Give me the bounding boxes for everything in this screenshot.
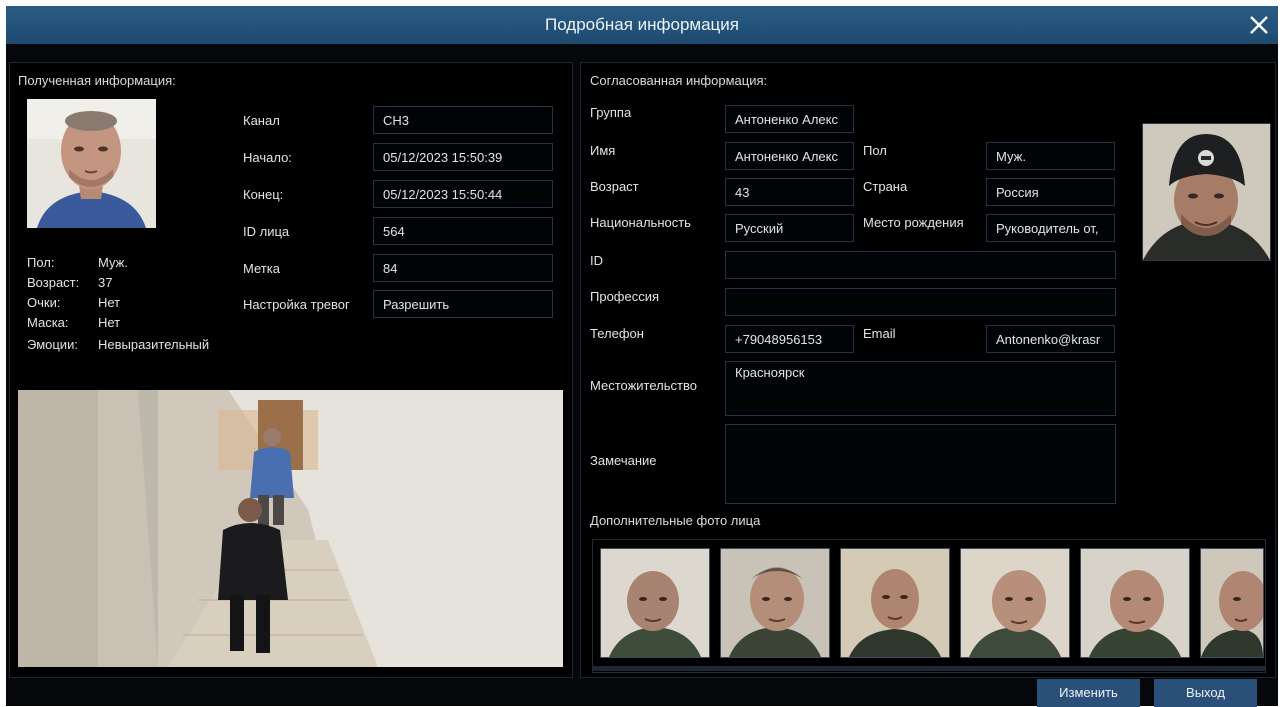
- matched-gender-label: Пол: [863, 143, 887, 158]
- birthplace-label: Место рождения: [863, 215, 964, 230]
- emotion-value: Невыразительный: [98, 337, 210, 352]
- birthplace-field[interactable]: Руководитель от,: [986, 214, 1115, 242]
- matched-info-panel: Согласованная информация: Группа Антонен…: [580, 62, 1276, 678]
- matched-face-image: [1142, 123, 1271, 261]
- end-time-label: Конец:: [243, 187, 284, 202]
- remark-label: Замечание: [590, 453, 657, 468]
- alarm-setting-label: Настройка тревог: [243, 297, 350, 312]
- alarm-setting-field: Разрешить: [373, 290, 553, 318]
- extra-photo-2[interactable]: [720, 548, 830, 658]
- start-time-field: 05/12/2023 15:50:39: [373, 143, 553, 171]
- mask-label: Маска:: [27, 315, 69, 330]
- channel-label: Канал: [243, 113, 280, 128]
- profession-field[interactable]: [725, 288, 1116, 316]
- residence-field[interactable]: Красноярск: [725, 361, 1116, 416]
- country-field[interactable]: Россия: [986, 178, 1115, 206]
- strip-scrollbar[interactable]: [593, 666, 1265, 671]
- age-label: Возраст:: [27, 275, 80, 290]
- phone-field[interactable]: +79048956153: [725, 325, 854, 353]
- phone-label: Телефон: [590, 326, 644, 341]
- end-time-field: 05/12/2023 15:50:44: [373, 180, 553, 208]
- face-id-field: 564: [373, 217, 553, 245]
- detail-dialog: Подробная информация Полученная информац…: [6, 6, 1278, 707]
- email-field[interactable]: Antonenko@krasr: [986, 325, 1115, 353]
- extra-photos-title: Дополнительные фото лица: [590, 513, 761, 528]
- dialog-title: Подробная информация: [545, 15, 739, 34]
- extra-photo-4[interactable]: [960, 548, 1070, 658]
- matched-age-label: Возраст: [590, 179, 639, 194]
- captured-face-image: [27, 99, 156, 228]
- name-field[interactable]: Антоненко Алекс: [725, 142, 854, 170]
- glasses-label: Очки:: [27, 295, 61, 310]
- close-icon[interactable]: [1246, 12, 1272, 38]
- start-time-label: Начало:: [243, 150, 292, 165]
- id-field[interactable]: [725, 251, 1116, 279]
- exit-button[interactable]: Выход: [1154, 679, 1257, 707]
- matched-info-title: Согласованная информация:: [590, 73, 768, 88]
- glasses-value: Нет: [98, 295, 121, 310]
- extra-photo-5[interactable]: [1080, 548, 1190, 658]
- received-info-title: Полученная информация:: [18, 73, 176, 88]
- mark-label: Метка: [243, 261, 280, 276]
- nationality-label: Национальность: [590, 215, 691, 230]
- scene-snapshot-image: [18, 390, 563, 667]
- nationality-field[interactable]: Русский: [725, 214, 854, 242]
- gender-label: Пол:: [27, 255, 55, 270]
- age-value: 37: [98, 275, 113, 290]
- matched-gender-field[interactable]: Муж.: [986, 142, 1115, 170]
- title-bar: Подробная информация: [6, 6, 1278, 44]
- mask-value: Нет: [98, 315, 121, 330]
- edit-button[interactable]: Изменить: [1037, 679, 1140, 707]
- remark-field[interactable]: [725, 424, 1116, 504]
- extra-photo-3[interactable]: [840, 548, 950, 658]
- name-label: Имя: [590, 143, 616, 158]
- group-label: Группа: [590, 105, 632, 120]
- received-info-panel: Полученная информация: Канал CH3 Начало:…: [9, 62, 573, 678]
- face-id-label: ID лица: [243, 224, 290, 239]
- gender-value: Муж.: [98, 255, 128, 270]
- channel-field: CH3: [373, 106, 553, 134]
- residence-label: Местожительство: [590, 378, 697, 393]
- group-field[interactable]: Антоненко Алекс: [725, 105, 854, 133]
- extra-photo-1[interactable]: [600, 548, 710, 658]
- country-label: Страна: [863, 179, 908, 194]
- mark-field: 84: [373, 254, 553, 282]
- emotion-label: Эмоции:: [27, 337, 78, 352]
- extra-photo-6[interactable]: [1200, 548, 1264, 658]
- profession-label: Профессия: [590, 289, 660, 304]
- matched-age-field[interactable]: 43: [725, 178, 854, 206]
- email-label: Email: [863, 326, 896, 341]
- id-label: ID: [590, 253, 603, 268]
